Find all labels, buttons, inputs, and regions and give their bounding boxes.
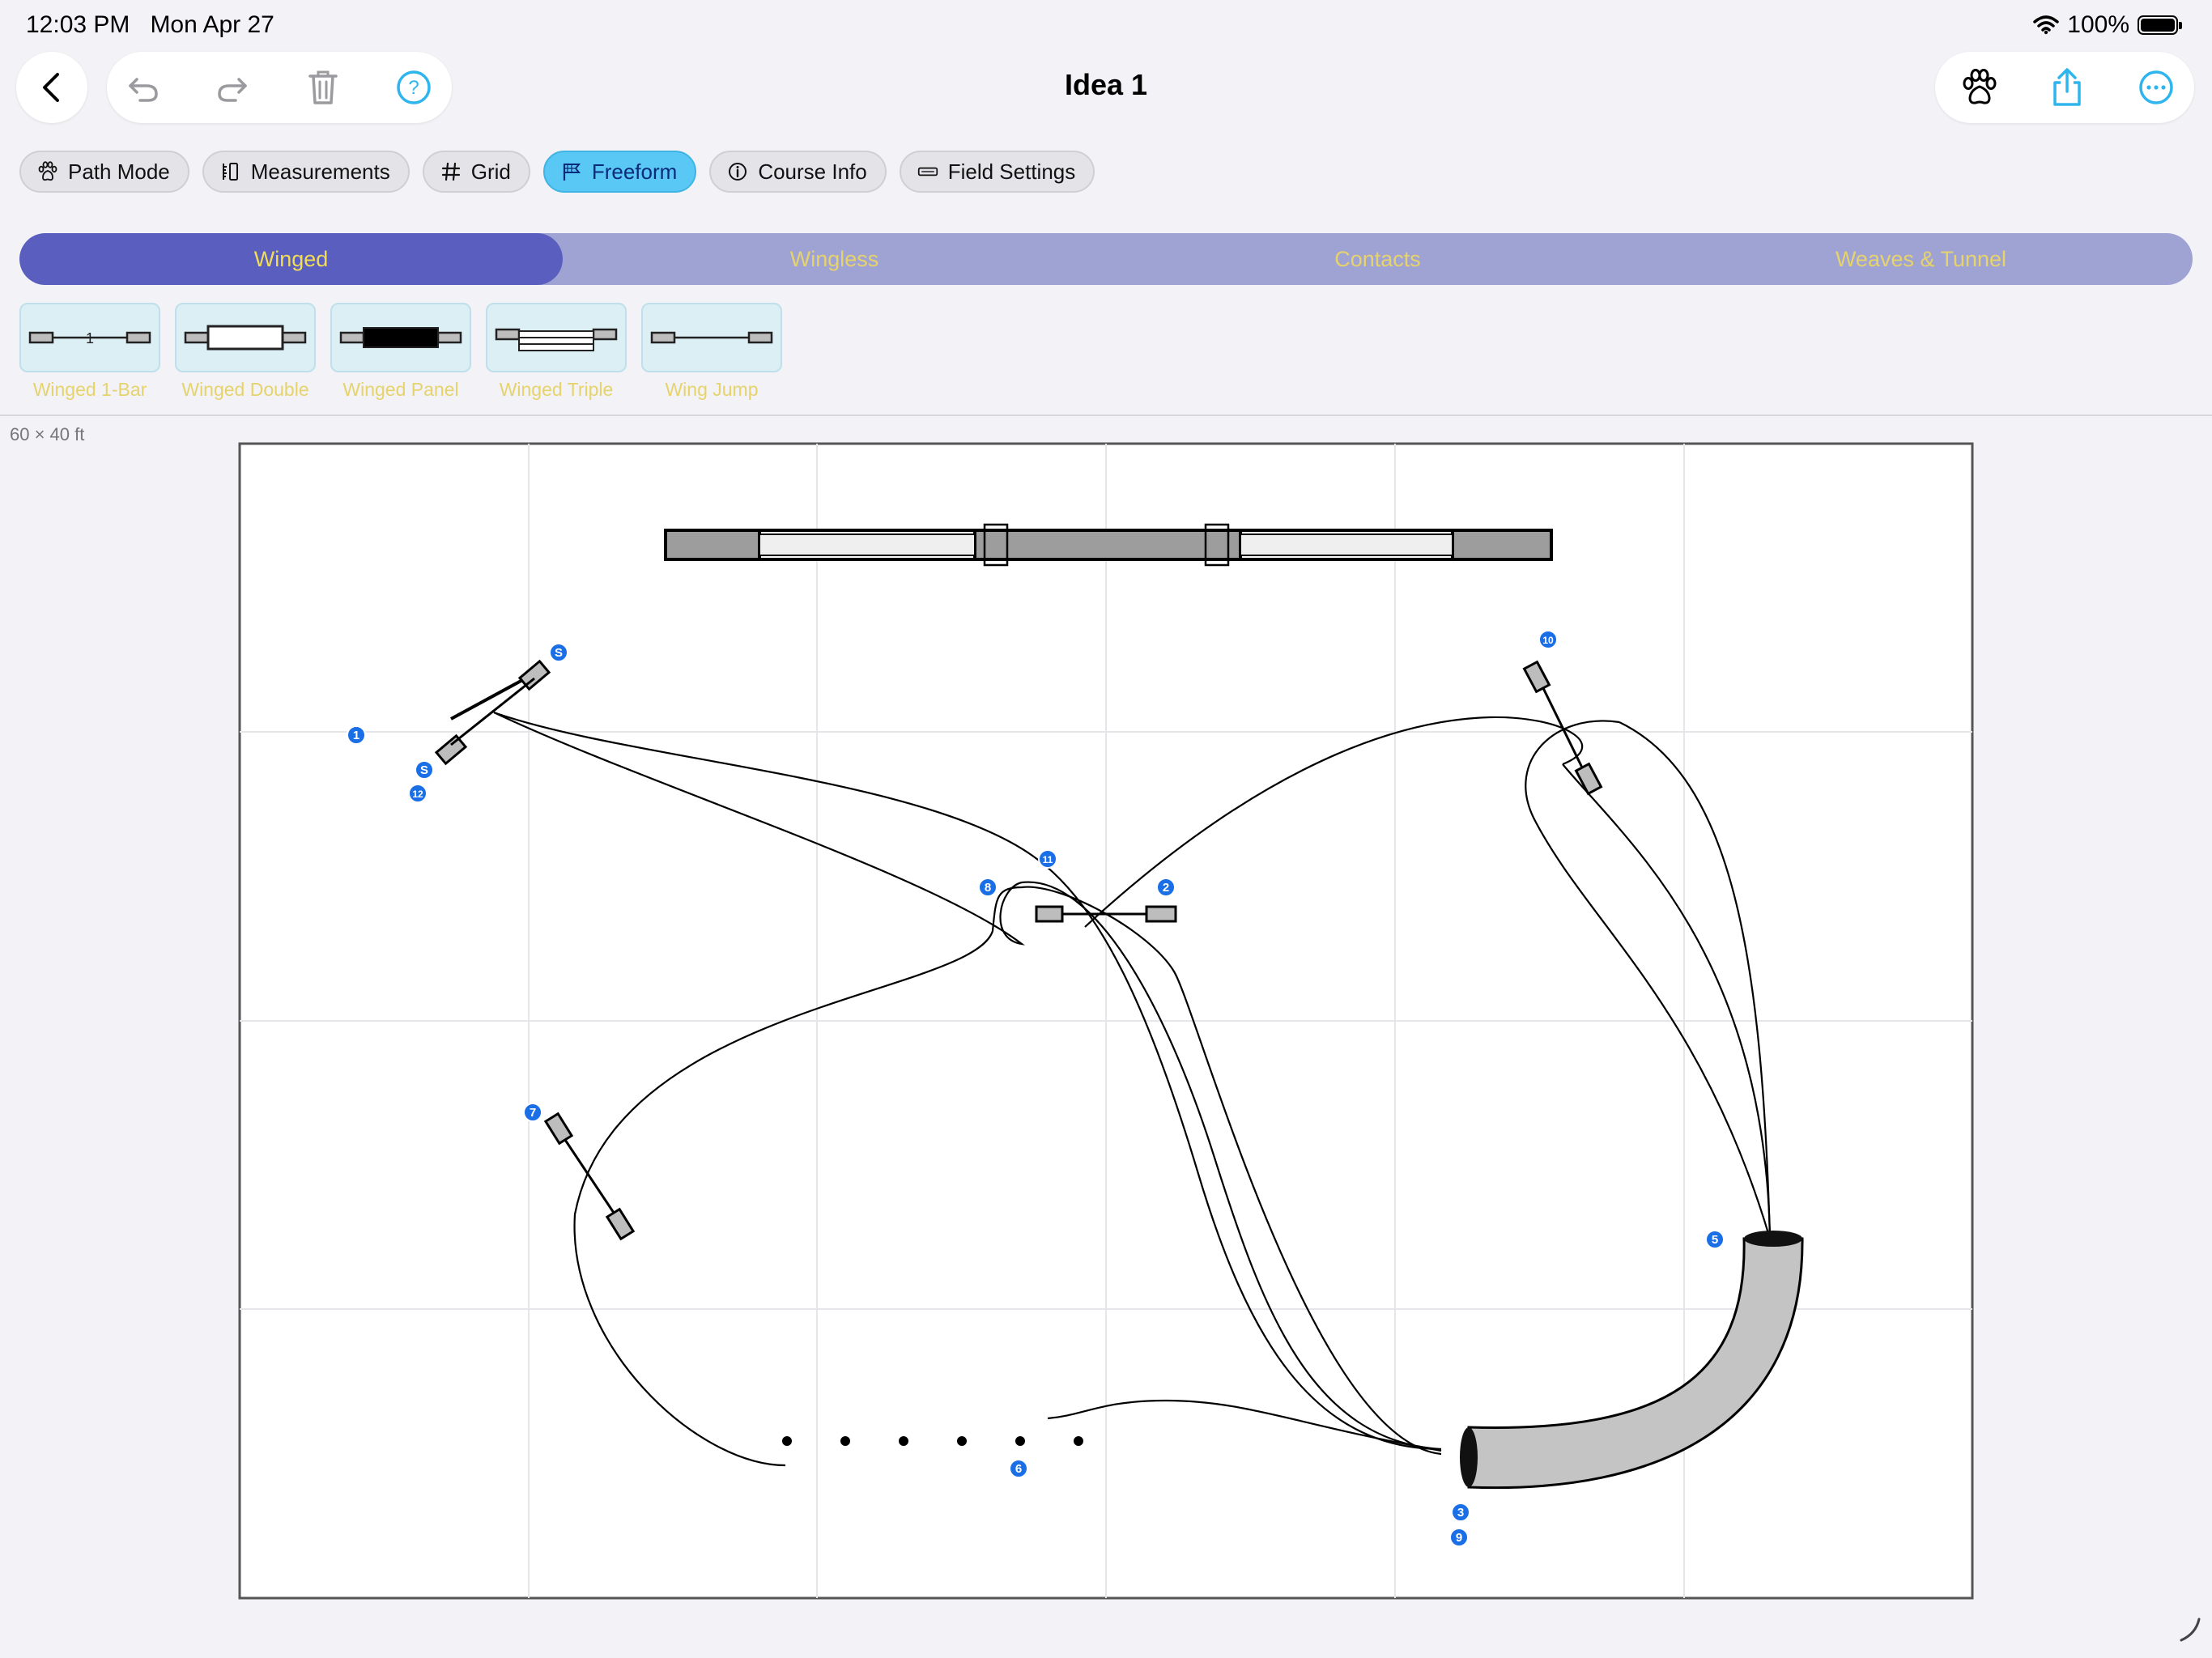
marker-7[interactable]: 7 [523, 1103, 542, 1122]
marker-start-2[interactable]: S [415, 760, 434, 780]
marker-label: 2 [1163, 881, 1169, 895]
marker-label: S [555, 646, 563, 660]
marker-5[interactable]: 5 [1705, 1230, 1725, 1249]
resize-handle-icon[interactable] [2180, 1618, 2201, 1642]
marker-label: 11 [1043, 854, 1053, 865]
marker-1[interactable]: 1 [347, 725, 366, 745]
marker-label: 3 [1457, 1506, 1464, 1520]
dogwalk-obstacle[interactable] [664, 523, 1553, 567]
marker-start-1[interactable]: S [549, 643, 568, 662]
marker-9[interactable]: 9 [1449, 1528, 1469, 1547]
course-field[interactable]: 1 2 3 S S 5 6 7 8 9 10 11 12 [0, 0, 2212, 1658]
marker-label: 1 [353, 729, 359, 742]
marker-label: S [420, 763, 428, 777]
marker-label: 6 [1015, 1462, 1022, 1476]
marker-3[interactable]: 3 [1451, 1503, 1470, 1522]
marker-12[interactable]: 12 [408, 784, 428, 803]
marker-10[interactable]: 10 [1538, 630, 1558, 649]
marker-label: 8 [985, 881, 991, 895]
marker-11[interactable]: 11 [1038, 849, 1057, 869]
marker-label: 9 [1456, 1531, 1462, 1545]
marker-6[interactable]: 6 [1009, 1459, 1028, 1478]
marker-label: 12 [412, 789, 423, 800]
marker-label: 10 [1542, 635, 1554, 646]
marker-label: 5 [1712, 1233, 1718, 1247]
marker-8[interactable]: 8 [978, 878, 998, 897]
marker-2[interactable]: 2 [1156, 878, 1176, 897]
marker-label: 7 [530, 1106, 536, 1120]
